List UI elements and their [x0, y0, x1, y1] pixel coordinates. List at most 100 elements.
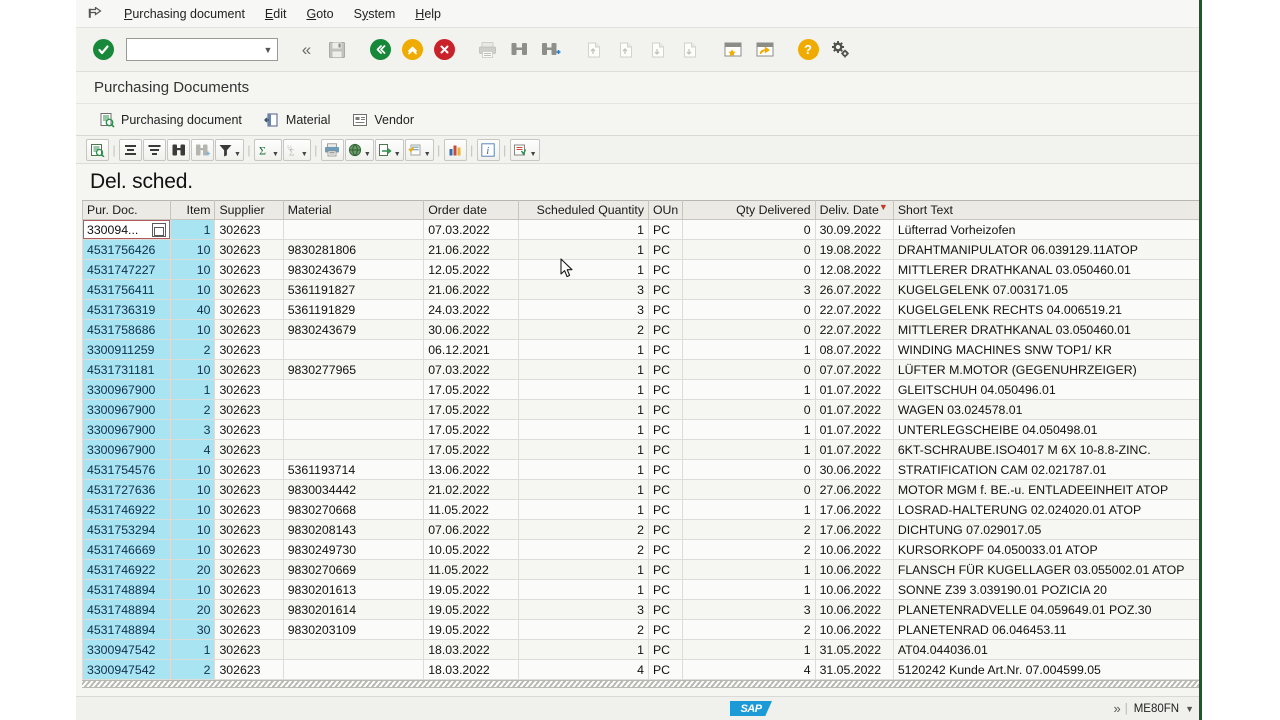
- details-button[interactable]: [86, 138, 109, 161]
- cell-delivdate[interactable]: 26.07.2022: [814, 279, 894, 300]
- cell-material[interactable]: 5361191827: [282, 279, 425, 300]
- cell-orderdate[interactable]: 21.06.2022: [423, 239, 519, 260]
- table-row[interactable]: 3300967900 4 302623 17.05.2022 1 PC 1 01.07.202…: [81, 439, 1199, 460]
- cell-qtydel[interactable]: 2: [682, 519, 816, 540]
- cell-material[interactable]: 9830208143: [282, 519, 425, 540]
- table-row[interactable]: 4531758686 10 302623 9830243679 30.06.2022 2 P…: [81, 319, 1199, 340]
- menu-purchasing-document[interactable]: Purchasing document: [114, 4, 255, 24]
- cell-material[interactable]: 9830249730: [282, 539, 425, 560]
- column-header-qtydel[interactable]: Qty Delivered: [682, 200, 816, 220]
- cell-oun[interactable]: PC: [647, 359, 684, 380]
- cell-shorttext[interactable]: SONNE Z39 3.039190.01 POZICIA 20: [892, 579, 1199, 600]
- cell-shorttext[interactable]: WAGEN 03.024578.01: [892, 399, 1199, 420]
- cell-schedqty[interactable]: 2: [517, 519, 649, 540]
- cell-supplier[interactable]: 302623: [214, 599, 284, 620]
- cell-item[interactable]: 4: [170, 439, 216, 460]
- alv-find-next-button[interactable]: [191, 138, 214, 161]
- cell-purdoc[interactable]: 4531748894: [81, 619, 172, 640]
- cell-oun[interactable]: PC: [647, 519, 684, 540]
- cell-delivdate[interactable]: 10.06.2022: [814, 539, 894, 560]
- cell-purdoc[interactable]: 330094...: [81, 219, 172, 240]
- cell-delivdate[interactable]: 17.06.2022: [814, 519, 894, 540]
- filter-dropdown-arrow-icon[interactable]: ▼: [234, 151, 241, 160]
- cell-supplier[interactable]: 302623: [214, 259, 284, 280]
- cell-item[interactable]: 30: [170, 619, 216, 640]
- table-row[interactable]: 4531746922 10 302623 9830270668 11.05.2022 1 P…: [81, 499, 1199, 520]
- cell-schedqty[interactable]: 1: [517, 339, 649, 360]
- cell-qtydel[interactable]: 0: [682, 239, 816, 260]
- save-button[interactable]: [322, 35, 352, 65]
- cell-orderdate[interactable]: 17.05.2022: [423, 419, 519, 440]
- cell-delivdate[interactable]: 31.05.2022: [814, 659, 894, 680]
- cell-item[interactable]: 1: [170, 379, 216, 400]
- cell-schedqty[interactable]: 1: [517, 259, 649, 280]
- cell-shorttext[interactable]: PLANETENRADVELLE 04.059649.01 POZ.30: [892, 599, 1199, 620]
- cell-shorttext[interactable]: UNTERLEGSCHEIBE 04.050498.01: [892, 419, 1199, 440]
- cell-qtydel[interactable]: 1: [682, 439, 816, 460]
- cell-qtydel[interactable]: 0: [682, 479, 816, 500]
- export-button[interactable]: ▼: [374, 138, 404, 161]
- cell-shorttext[interactable]: GLEITSCHUH 04.050496.01: [892, 379, 1199, 400]
- cell-purdoc[interactable]: 4531756411: [81, 279, 172, 300]
- menu-system[interactable]: System: [344, 4, 406, 24]
- table-row[interactable]: 4531754576 10 302623 5361193714 13.06.2022 1 P…: [81, 459, 1199, 480]
- table-row[interactable]: 4531748894 30 302623 9830203109 19.05.2022 2 P…: [81, 619, 1199, 640]
- cell-purdoc[interactable]: 4531756426: [81, 239, 172, 260]
- cell-delivdate[interactable]: 22.07.2022: [814, 319, 894, 340]
- cell-qtydel[interactable]: 1: [682, 339, 816, 360]
- cell-delivdate[interactable]: 12.08.2022: [814, 259, 894, 280]
- sort-descending-button[interactable]: [143, 138, 166, 161]
- cell-schedqty[interactable]: 1: [517, 559, 649, 580]
- cell-material[interactable]: 9830243679: [282, 319, 425, 340]
- cell-delivdate[interactable]: 17.06.2022: [814, 499, 894, 520]
- cell-item[interactable]: 1: [170, 639, 216, 660]
- cell-delivdate[interactable]: 22.07.2022: [814, 299, 894, 320]
- cell-material[interactable]: 9830201614: [282, 599, 425, 620]
- cell-material[interactable]: [282, 339, 425, 360]
- table-row[interactable]: 4531746669 10 302623 9830249730 10.05.2022 2 P…: [81, 539, 1199, 560]
- cell-qtydel[interactable]: 0: [682, 299, 816, 320]
- table-row[interactable]: 3300967900 3 302623 17.05.2022 1 PC 1 01.07.202…: [81, 419, 1199, 440]
- cell-orderdate[interactable]: 18.03.2022: [423, 659, 519, 680]
- cell-material[interactable]: 9830277965: [282, 359, 425, 380]
- table-row[interactable]: 4531756411 10 302623 5361191827 21.06.2022 3 P…: [81, 279, 1199, 300]
- cell-purdoc[interactable]: 4531747227: [81, 259, 172, 280]
- cell-shorttext[interactable]: KUGELGELENK 07.003171.05: [892, 279, 1199, 300]
- cell-purdoc[interactable]: 4531754576: [81, 459, 172, 480]
- cell-purdoc[interactable]: 4531748894: [81, 579, 172, 600]
- cell-shorttext[interactable]: 6KT-SCHRAUBE.ISO4017 M 6X 10-8.8-ZINC.: [892, 439, 1199, 460]
- subtotal-button[interactable]: ½ Σ ▼: [282, 138, 311, 161]
- cell-shorttext[interactable]: KURSORKOPF 04.050033.01 ATOP: [892, 539, 1199, 560]
- cell-orderdate[interactable]: 18.03.2022: [423, 639, 519, 660]
- column-header-schedqty[interactable]: Scheduled Quantity: [517, 200, 649, 220]
- cell-item[interactable]: 10: [170, 319, 216, 340]
- cell-qtydel[interactable]: 1: [682, 419, 816, 440]
- cell-item[interactable]: 3: [170, 419, 216, 440]
- cell-material[interactable]: 9830243679: [282, 259, 425, 280]
- cell-supplier[interactable]: 302623: [214, 559, 284, 580]
- cell-oun[interactable]: PC: [647, 499, 684, 520]
- cell-oun[interactable]: PC: [647, 639, 684, 660]
- column-header-oun[interactable]: OUn: [647, 200, 684, 220]
- cell-item[interactable]: 2: [170, 339, 216, 360]
- first-page-button[interactable]: [579, 35, 609, 65]
- cell-item[interactable]: 10: [170, 259, 216, 280]
- table-row[interactable]: 4531748894 10 302623 9830201613 19.05.2022 1 P…: [81, 579, 1199, 600]
- cell-schedqty[interactable]: 2: [517, 539, 649, 560]
- cell-shorttext[interactable]: AT04.044036.01: [892, 639, 1199, 660]
- cell-item[interactable]: 20: [170, 599, 216, 620]
- cell-qtydel[interactable]: 2: [682, 539, 816, 560]
- cell-material[interactable]: 9830203109: [282, 619, 425, 640]
- cell-schedqty[interactable]: 2: [517, 619, 649, 640]
- cell-schedqty[interactable]: 1: [517, 239, 649, 260]
- cell-oun[interactable]: PC: [647, 659, 684, 680]
- cell-orderdate[interactable]: 30.06.2022: [423, 319, 519, 340]
- cell-qtydel[interactable]: 4: [682, 659, 816, 680]
- cell-qtydel[interactable]: 0: [682, 399, 816, 420]
- sort-ascending-button[interactable]: [119, 138, 142, 161]
- cell-orderdate[interactable]: 07.03.2022: [423, 359, 519, 380]
- cell-qtydel[interactable]: 0: [682, 459, 816, 480]
- cell-supplier[interactable]: 302623: [214, 539, 284, 560]
- customize-local-layout-button[interactable]: [825, 35, 855, 65]
- cell-shorttext[interactable]: LOSRAD-HALTERUNG 02.024020.01 ATOP: [892, 499, 1199, 520]
